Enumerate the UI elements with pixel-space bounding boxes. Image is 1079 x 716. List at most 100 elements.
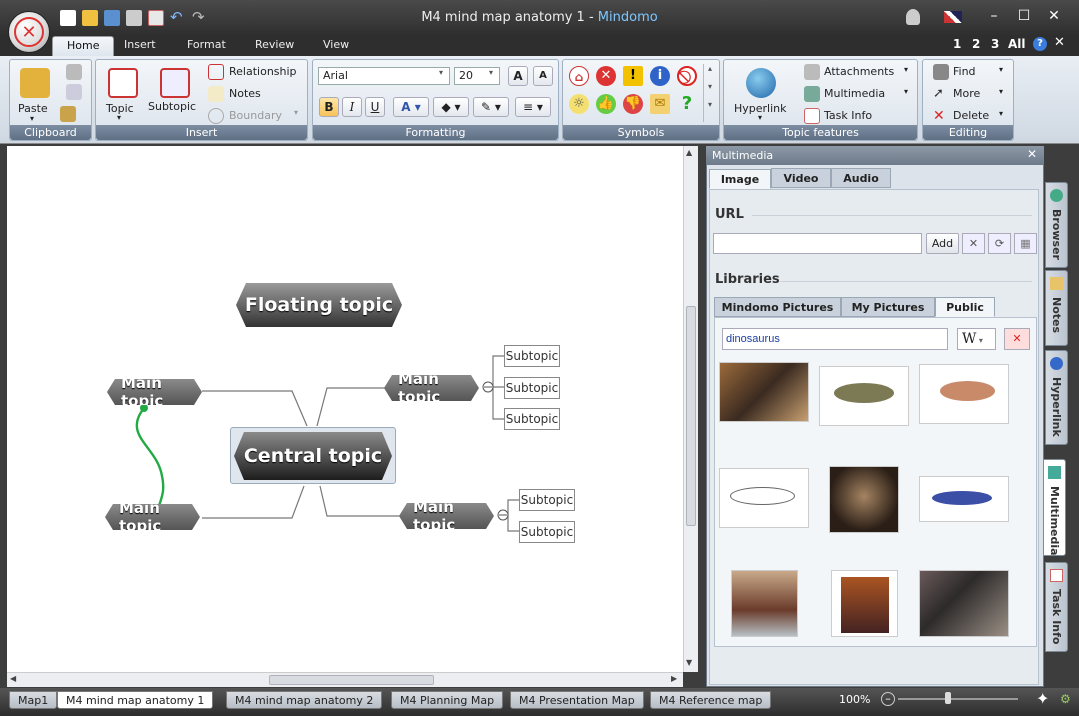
library-search-input[interactable] xyxy=(722,328,948,350)
thumbs-up-symbol-icon[interactable]: 👍 xyxy=(596,94,616,114)
tab-audio[interactable]: Audio xyxy=(831,168,891,188)
main-topic-left-bottom[interactable]: Main topic xyxy=(105,504,200,530)
map-tab-map1[interactable]: Map1 xyxy=(9,691,58,709)
tab-review[interactable]: Review xyxy=(241,36,308,56)
settings-icon[interactable]: ⚙ xyxy=(1060,692,1074,706)
dinosaur-image-7[interactable] xyxy=(731,570,798,637)
attachments-button[interactable]: Attachments xyxy=(824,65,894,78)
line-color-icon[interactable]: ✎ ▾ xyxy=(473,97,509,117)
side-tab-multimedia[interactable]: Multimedia xyxy=(1043,459,1066,556)
attachments-dropdown-icon[interactable]: ▾ xyxy=(904,65,908,74)
vertical-scrollbar[interactable]: ▲ ▼ xyxy=(683,146,698,672)
scroll-down-icon[interactable]: ▼ xyxy=(686,658,692,667)
side-tab-notes[interactable]: Notes xyxy=(1045,270,1068,346)
notes-button[interactable]: Notes xyxy=(229,87,261,100)
map-tab-anatomy-2[interactable]: M4 mind map anatomy 2 xyxy=(226,691,383,709)
thumbs-down-symbol-icon[interactable]: 👎 xyxy=(623,94,643,114)
paste-dropdown-icon[interactable]: ▾ xyxy=(30,114,34,123)
url-input[interactable] xyxy=(713,233,922,254)
central-topic[interactable]: Central topic xyxy=(234,432,392,480)
level-2-button[interactable]: 2 xyxy=(972,37,980,51)
language-flag-icon[interactable] xyxy=(944,11,962,23)
format-painter-icon[interactable] xyxy=(60,106,76,122)
delete-dropdown-icon[interactable]: ▾ xyxy=(999,109,1003,118)
map-tab-reference[interactable]: M4 Reference map xyxy=(650,691,772,709)
fill-color-icon[interactable]: ◆ ▾ xyxy=(433,97,469,117)
boundary-dropdown-icon[interactable]: ▾ xyxy=(294,108,298,117)
scroll-right-icon[interactable]: ▶ xyxy=(671,674,677,683)
star-icon[interactable]: ✦ xyxy=(1036,689,1056,709)
tab-format[interactable]: Format xyxy=(173,36,240,56)
grow-font-button[interactable]: A xyxy=(508,66,528,86)
align-icon[interactable]: ≡ ▾ xyxy=(515,97,551,117)
relationship-button[interactable]: Relationship xyxy=(229,65,297,78)
tab-public[interactable]: Public xyxy=(935,297,995,317)
level-1-button[interactable]: 1 xyxy=(953,37,961,51)
more-button[interactable]: More xyxy=(953,87,980,100)
horizontal-scrollbar[interactable]: ◀ ▶ xyxy=(7,672,683,687)
zoom-slider[interactable] xyxy=(898,698,1018,700)
more-dropdown-icon[interactable]: ▾ xyxy=(999,87,1003,96)
tab-mindomo-pictures[interactable]: Mindomo Pictures xyxy=(714,297,841,317)
bold-button[interactable]: B xyxy=(319,97,339,117)
italic-button[interactable]: I xyxy=(342,97,362,117)
dinosaur-image-8[interactable] xyxy=(831,570,898,637)
ribbon-close-icon[interactable]: ✕ xyxy=(1054,35,1065,50)
underline-button[interactable]: U xyxy=(365,97,385,117)
font-family-select[interactable]: Arial xyxy=(318,67,450,85)
find-dropdown-icon[interactable]: ▾ xyxy=(999,65,1003,74)
subtopic-2[interactable]: Subtopic xyxy=(504,377,560,399)
floating-topic[interactable]: Floating topic xyxy=(236,283,402,327)
close-button[interactable]: ✕ xyxy=(1042,8,1066,24)
error-symbol-icon[interactable]: ✕ xyxy=(596,66,616,86)
tab-image[interactable]: Image xyxy=(709,169,771,189)
tab-my-pictures[interactable]: My Pictures xyxy=(841,297,935,317)
font-color-button[interactable]: A ▾ xyxy=(393,97,429,117)
dinosaur-image-6[interactable] xyxy=(919,476,1009,522)
main-topic-right-bottom[interactable]: Main topic xyxy=(399,503,494,529)
add-url-button[interactable]: Add xyxy=(926,233,959,254)
shrink-font-button[interactable]: A xyxy=(533,66,553,86)
clear-search-icon[interactable]: ✕ xyxy=(1004,328,1030,350)
main-topic-left-top[interactable]: Main topic xyxy=(107,379,202,405)
mail-symbol-icon[interactable]: ✉ xyxy=(650,94,670,114)
forbidden-symbol-icon[interactable]: ⃠ xyxy=(677,66,697,86)
multimedia-dropdown-icon[interactable]: ▾ xyxy=(904,87,908,96)
dinosaur-image-9[interactable] xyxy=(919,570,1009,637)
zoom-slider-thumb[interactable] xyxy=(945,692,951,704)
tab-insert[interactable]: Insert xyxy=(110,36,170,56)
dinosaur-image-2[interactable] xyxy=(819,366,909,426)
dinosaur-image-5[interactable] xyxy=(829,466,899,533)
task-info-button[interactable]: Task Info xyxy=(824,109,872,122)
source-select[interactable]: W ▾ xyxy=(957,328,996,350)
main-topic-right-top[interactable]: Main topic xyxy=(384,375,479,401)
subtopic-button[interactable]: Subtopic xyxy=(148,100,196,113)
refresh-icon[interactable]: ⟳ xyxy=(988,233,1011,254)
dinosaur-image-3[interactable] xyxy=(919,364,1009,424)
level-3-button[interactable]: 3 xyxy=(991,37,999,51)
panel-close-icon[interactable]: ✕ xyxy=(1027,147,1037,161)
user-icon[interactable] xyxy=(906,9,920,25)
find-button[interactable]: Find xyxy=(953,65,976,78)
side-tab-task-info[interactable]: Task Info xyxy=(1045,562,1068,652)
tab-home[interactable]: Home xyxy=(52,36,115,56)
browse-icon[interactable]: ▦ xyxy=(1014,233,1037,254)
idea-symbol-icon[interactable]: ☼ xyxy=(569,94,589,114)
subtopic-5[interactable]: Subtopic xyxy=(519,521,575,543)
minimize-button[interactable]: – xyxy=(982,8,1006,24)
horizontal-scroll-thumb[interactable] xyxy=(269,675,434,685)
level-all-button[interactable]: All xyxy=(1008,37,1026,51)
symbols-scroll[interactable]: ▴ ▾ ▾ xyxy=(703,64,716,122)
map-tab-presentation[interactable]: M4 Presentation Map xyxy=(510,691,644,709)
scroll-left-icon[interactable]: ◀ xyxy=(10,674,16,683)
vertical-scroll-thumb[interactable] xyxy=(686,306,696,526)
subtopic-4[interactable]: Subtopic xyxy=(519,489,575,511)
cut-icon[interactable] xyxy=(66,64,82,80)
map-tab-planning[interactable]: M4 Planning Map xyxy=(391,691,504,709)
hyperlink-dropdown-icon[interactable]: ▾ xyxy=(758,113,762,122)
multimedia-button[interactable]: Multimedia xyxy=(824,87,885,100)
zoom-out-button[interactable]: – xyxy=(881,692,895,706)
tab-view[interactable]: View xyxy=(309,36,363,56)
side-tab-browser[interactable]: Browser xyxy=(1045,182,1068,268)
home-symbol-icon[interactable]: ⌂ xyxy=(569,66,589,86)
